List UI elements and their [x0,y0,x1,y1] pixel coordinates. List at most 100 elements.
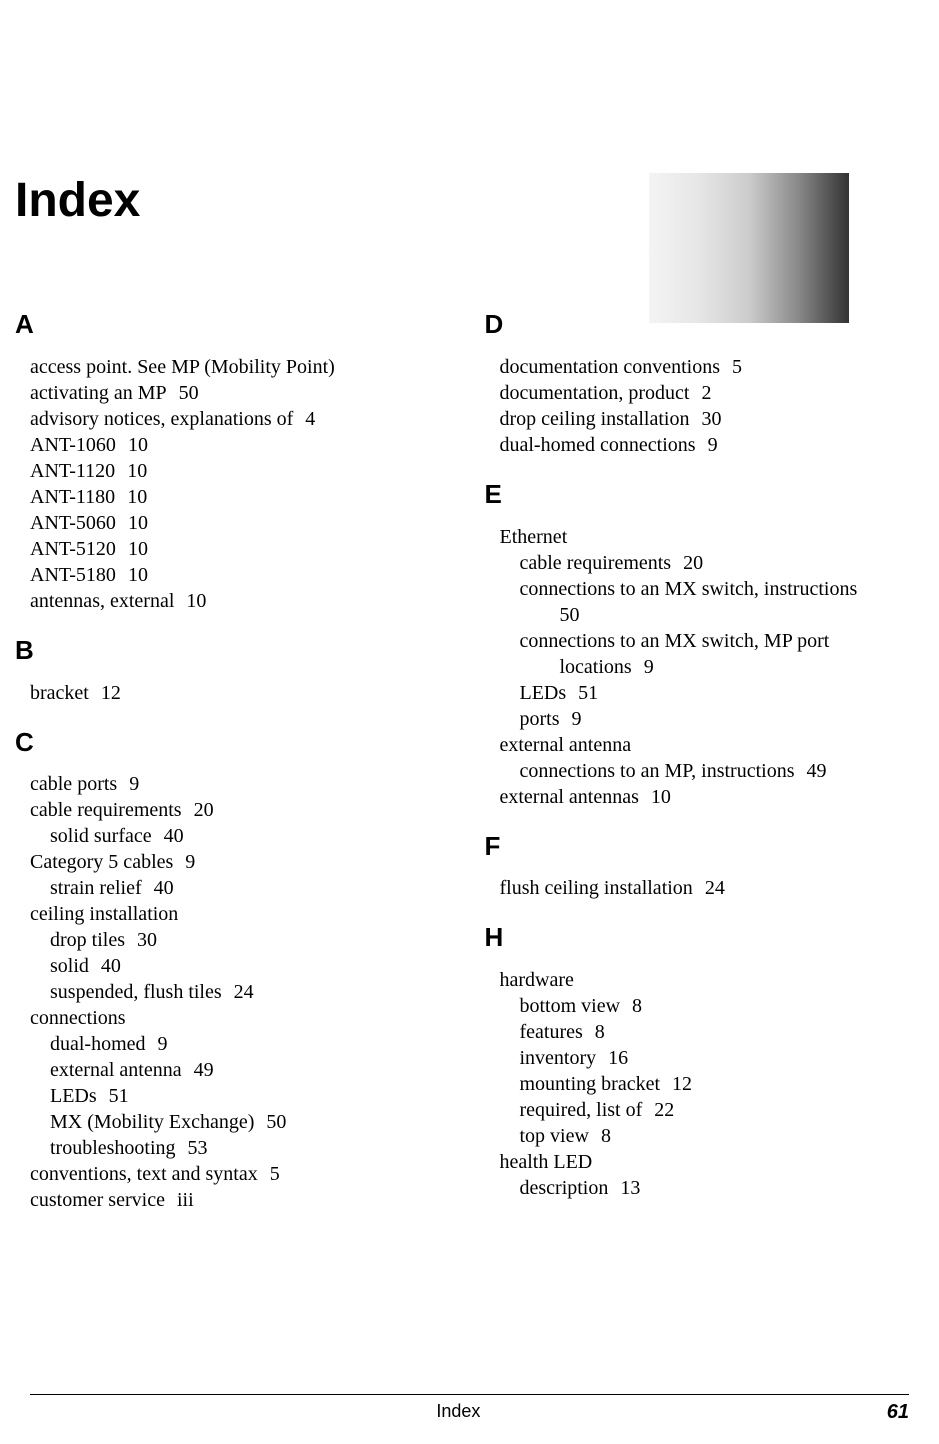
index-term: cable requirements [30,799,182,821]
index-page-ref: 49 [806,758,826,784]
index-entry: ANT-5060 10 [30,510,440,536]
index-columns: Aaccess point. See MP (Mobility Point)ac… [30,308,909,1213]
index-letter-heading: F [485,830,910,864]
index-term: ceiling installation [30,903,178,925]
index-term: ports [520,708,560,730]
index-term: strain relief [50,877,142,899]
index-entry: connections to an MX switch, instruction… [500,576,910,602]
index-entry: connections to an MX switch, MP port [500,628,910,654]
index-page-ref: 8 [632,993,642,1019]
index-term: connections to an MP, instructions [520,760,795,782]
index-term: health LED [500,1151,593,1173]
index-page-ref: 9 [572,706,582,732]
index-page-ref: 30 [137,927,157,953]
index-entry: LEDs51 [500,680,910,706]
index-entry: strain relief 40 [30,875,440,901]
index-entry: external antennas10 [500,784,910,810]
index-entry: drop tiles30 [30,927,440,953]
index-term: connections [30,1007,126,1029]
index-term: documentation, product [500,382,690,404]
index-term: ANT-5060 [30,512,116,534]
index-entry: ANT-112010 [30,458,440,484]
index-column-right: Ddocumentation conventions5documentation… [500,308,910,1213]
index-entry: hardware [500,967,910,993]
index-page-ref: 10 [127,484,147,510]
index-page-ref: 50 [266,1109,286,1135]
index-term: bracket [30,682,89,704]
index-entry: documentation, product 2 [500,380,910,406]
index-page-ref: 12 [101,680,121,706]
index-entry: locations9 [500,654,910,680]
index-entry: external antenna49 [30,1057,440,1083]
index-entry: dual-homed connections 9 [500,432,910,458]
index-page-ref: 20 [194,797,214,823]
index-term: ANT-1060 [30,434,116,456]
index-term: dual-homed [50,1033,146,1055]
index-entry: features 8 [500,1019,910,1045]
index-term: LEDs [50,1085,97,1107]
index-page-ref: 5 [732,354,742,380]
index-page-ref: 12 [672,1071,692,1097]
index-term: activating an MP [30,382,167,404]
index-entry: documentation conventions 5 [500,354,910,380]
index-page-ref: 9 [708,432,718,458]
index-term: conventions, text and syntax [30,1163,258,1185]
index-entry: inventory16 [500,1045,910,1071]
index-term: cable ports [30,773,117,795]
index-term: flush ceiling installation [500,877,693,899]
index-entry: dual-homed9 [30,1031,440,1057]
index-page-ref: 10 [186,588,206,614]
index-entry: solid surface40 [30,823,440,849]
index-page-ref: 40 [164,823,184,849]
index-page-ref: 5 [270,1161,280,1187]
index-entry: MX (Mobility Exchange)50 [30,1109,440,1135]
index-page-ref: 9 [185,849,195,875]
index-entry: top view8 [500,1123,910,1149]
index-letter-heading: H [485,921,910,955]
index-entry: external antenna [500,732,910,758]
index-entry: Ethernet [500,524,910,550]
index-entry: solid40 [30,953,440,979]
index-entry: troubleshooting53 [30,1135,440,1161]
index-term: mounting bracket [520,1073,661,1095]
index-entry: suspended, flush tiles 24 [30,979,440,1005]
index-entry: description13 [500,1175,910,1201]
index-page-ref: 8 [595,1019,605,1045]
index-page-ref: 9 [644,654,654,680]
index-page-ref: 10 [128,510,148,536]
index-page-ref: 2 [701,380,711,406]
index-term: access point. See MP (Mobility Point) [30,356,335,378]
index-column-left: Aaccess point. See MP (Mobility Point)ac… [30,308,440,1213]
index-letter-heading: C [15,726,440,760]
index-entry: ports 9 [500,706,910,732]
index-entry: flush ceiling installation24 [500,875,910,901]
index-entry: cable ports 9 [30,771,440,797]
index-entry: cable requirements20 [500,550,910,576]
index-entry: connections to an MP, instructions 49 [500,758,910,784]
index-entry: ceiling installation [30,901,440,927]
index-page-ref: 40 [154,875,174,901]
index-page-ref: 16 [608,1045,628,1071]
index-entry: ANT-106010 [30,432,440,458]
index-entry: conventions, text and syntax 5 [30,1161,440,1187]
index-term: documentation conventions [500,356,721,378]
index-term: connections to an MX switch, instruction… [520,578,858,600]
index-term: ANT-5180 [30,564,116,586]
index-term: troubleshooting [50,1137,176,1159]
index-term: features [520,1021,583,1043]
index-entry: cable requirements 20 [30,797,440,823]
footer-page-number: 61 [887,1401,909,1424]
index-term: ANT-5120 [30,538,116,560]
index-page-ref: 10 [651,784,671,810]
index-page-ref: 9 [129,771,139,797]
index-page-ref: 10 [128,536,148,562]
index-page-ref: 24 [234,979,254,1005]
index-entry: health LED [500,1149,910,1175]
index-term: ANT-1180 [30,486,115,508]
index-entry: ANT-5120 10 [30,536,440,562]
index-term: solid [50,955,89,977]
index-term: dual-homed connections [500,434,696,456]
index-term: suspended, flush tiles [50,981,222,1003]
index-entry: connections [30,1005,440,1031]
index-term: description [520,1177,609,1199]
